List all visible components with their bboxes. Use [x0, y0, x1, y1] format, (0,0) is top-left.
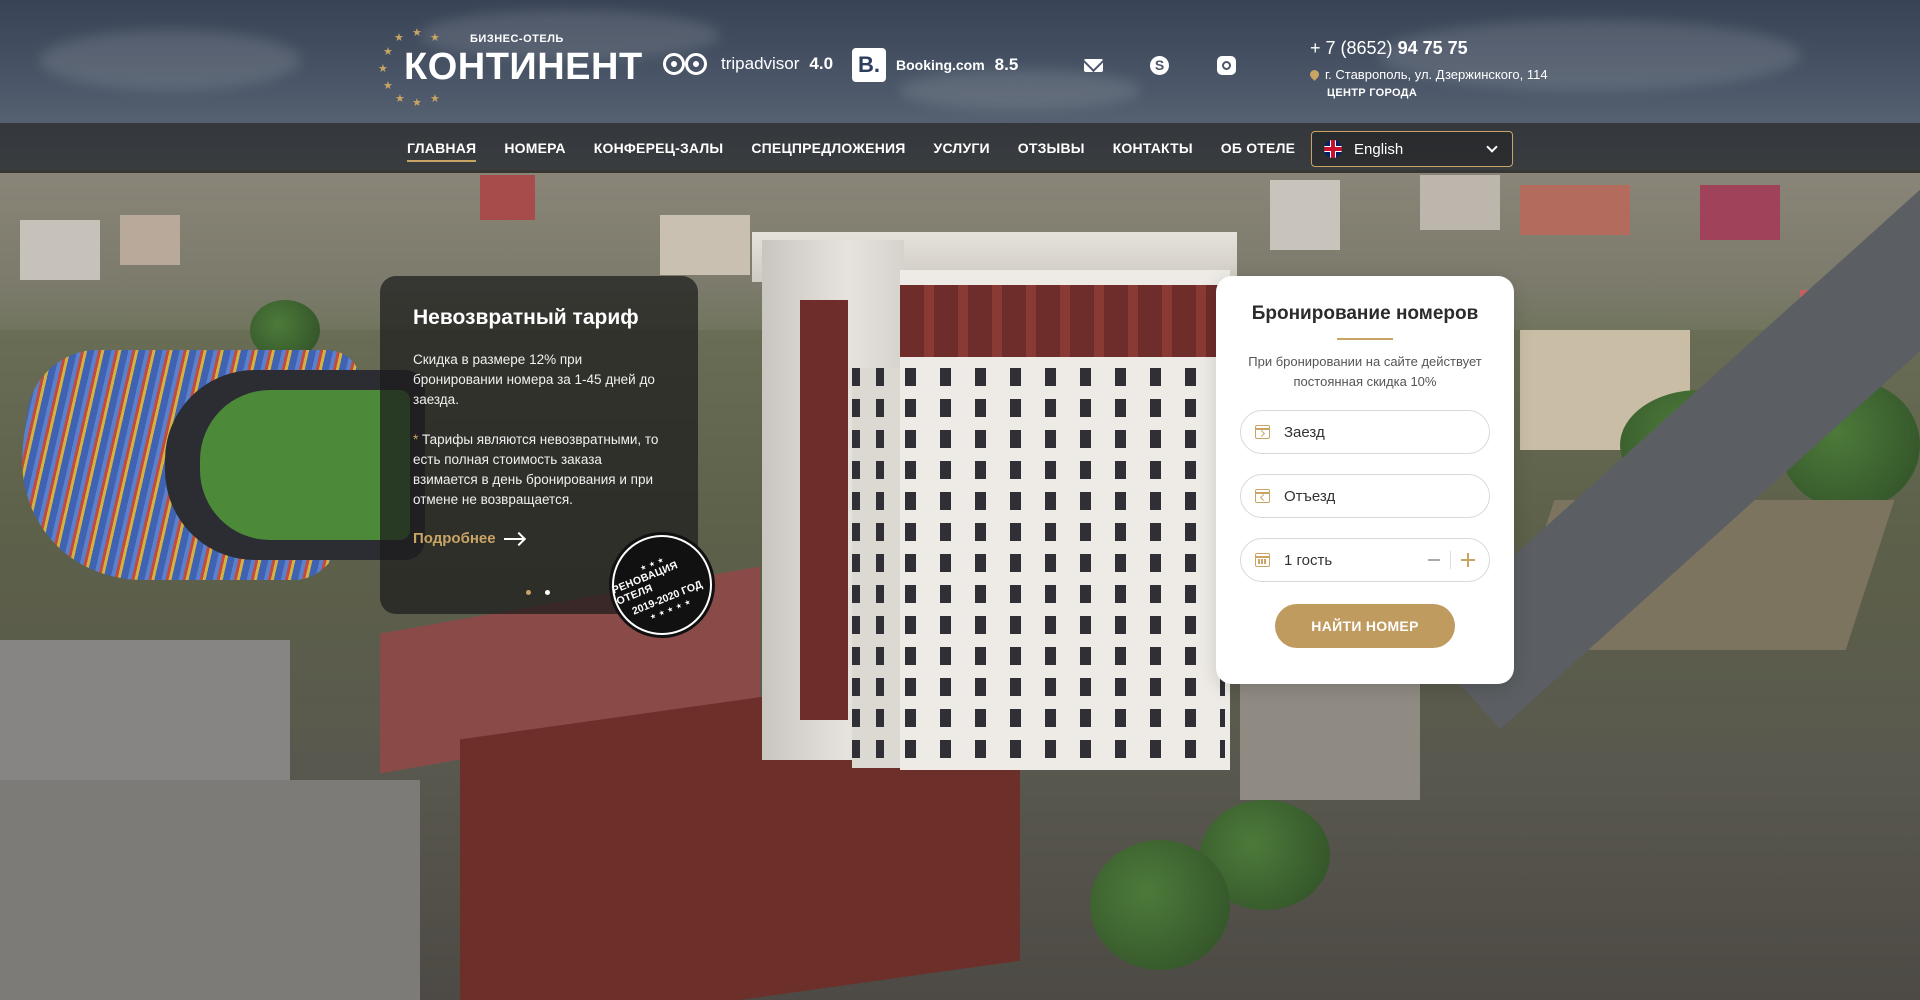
nav-item-special-offers[interactable]: СПЕЦПРЕДЛОЖЕНИЯ: [751, 123, 905, 173]
phone-number[interactable]: + 7 (8652) 94 75 75: [1310, 38, 1548, 59]
contacts-block: + 7 (8652) 94 75 75 г. Ставрополь, ул. Д…: [1308, 38, 1548, 99]
nav-item-services[interactable]: УСЛУГИ: [934, 123, 990, 173]
tripadvisor-rating[interactable]: tripadvisor 4.0: [663, 50, 833, 78]
promo-note-text: Тарифы являются невозвратными, то есть п…: [413, 432, 659, 507]
skype-icon[interactable]: S: [1148, 54, 1172, 78]
phone-prefix: + 7 (8652): [1310, 38, 1393, 58]
promo-note: * Тарифы являются невозвратными, то есть…: [413, 430, 665, 510]
calendar-checkin-icon: [1255, 425, 1270, 439]
uk-flag-icon: [1324, 140, 1342, 158]
plus-icon[interactable]: [1461, 553, 1475, 567]
tripadvisor-owl-icon: [663, 50, 711, 78]
address-subtitle: ЦЕНТР ГОРОДА: [1327, 87, 1418, 99]
booking-logo-icon: B.: [852, 48, 886, 82]
booking-title: Бронирование номеров: [1251, 303, 1479, 324]
hotel-logo[interactable]: ★ ★ ★ ★ ★ ★ ★ ★ ★ БИЗНЕС-ОТЕЛЬ КОНТИНЕНТ: [378, 28, 642, 109]
arrow-right-icon: [503, 537, 524, 540]
checkin-placeholder: Заезд: [1284, 423, 1325, 441]
minus-icon[interactable]: [1428, 559, 1440, 561]
nav-item-reviews[interactable]: ОТЗЫВЫ: [1018, 123, 1085, 173]
booking-rating[interactable]: B. Booking.com 8.5: [852, 48, 1018, 82]
stepper-divider: [1450, 551, 1451, 569]
promo-text: Скидка в размере 12% при бронировании но…: [413, 352, 655, 407]
logo-title: КОНТИНЕНТ: [404, 46, 643, 88]
checkin-field[interactable]: Заезд: [1240, 410, 1490, 454]
title-underline: [1337, 338, 1393, 340]
language-label: English: [1354, 140, 1404, 158]
promo-title: Невозвратный тариф: [413, 306, 639, 329]
guests-icon: [1255, 553, 1270, 567]
main-nav: ГЛАВНАЯ НОМЕРА КОНФЕРЕЦ-ЗАЛЫ СПЕЦПРЕДЛОЖ…: [407, 123, 1323, 173]
mail-icon[interactable]: [1082, 54, 1106, 78]
slider-dot-1[interactable]: [526, 590, 531, 595]
booking-score: 8.5: [994, 55, 1019, 74]
find-room-button[interactable]: НАЙТИ НОМЕР: [1275, 604, 1455, 648]
nav-item-conference-halls[interactable]: КОНФЕРЕЦ-ЗАЛЫ: [594, 123, 724, 173]
address: г. Ставрополь, ул. Дзержинского, 114: [1308, 67, 1548, 82]
instagram-icon[interactable]: [1215, 54, 1239, 78]
checkout-field[interactable]: Отъезд: [1240, 474, 1490, 518]
logo-subtitle: БИЗНЕС-ОТЕЛЬ: [470, 33, 564, 45]
slider-dots: [526, 590, 550, 595]
guests-field: 1 гость: [1240, 538, 1490, 582]
address-text: г. Ставрополь, ул. Дзержинского, 114: [1325, 67, 1548, 82]
guests-value: 1 гость: [1284, 551, 1333, 569]
phone-main: 94 75 75: [1397, 38, 1468, 58]
nav-item-contacts[interactable]: КОНТАКТЫ: [1113, 123, 1193, 173]
calendar-checkout-icon: [1255, 489, 1270, 503]
tripadvisor-label: tripadvisor: [721, 54, 800, 73]
booking-form: Бронирование номеров При бронировании на…: [1216, 276, 1514, 684]
nav-item-home[interactable]: ГЛАВНАЯ: [407, 123, 477, 173]
tripadvisor-score: 4.0: [809, 54, 834, 73]
booking-description: При бронировании на сайте действует пост…: [1248, 354, 1482, 389]
promo-more-link[interactable]: Подробнее: [413, 530, 524, 547]
chevron-down-icon: [1486, 141, 1498, 153]
checkout-placeholder: Отъезд: [1284, 487, 1336, 505]
slider-dot-2[interactable]: [545, 590, 550, 595]
nav-item-about[interactable]: ОБ ОТЕЛЕ: [1221, 123, 1295, 173]
nav-item-rooms[interactable]: НОМЕРА: [504, 123, 565, 173]
booking-label: Booking.com: [896, 57, 985, 73]
language-select[interactable]: English: [1311, 131, 1513, 167]
promo-more-label: Подробнее: [413, 530, 496, 547]
location-pin-icon: [1308, 68, 1321, 81]
